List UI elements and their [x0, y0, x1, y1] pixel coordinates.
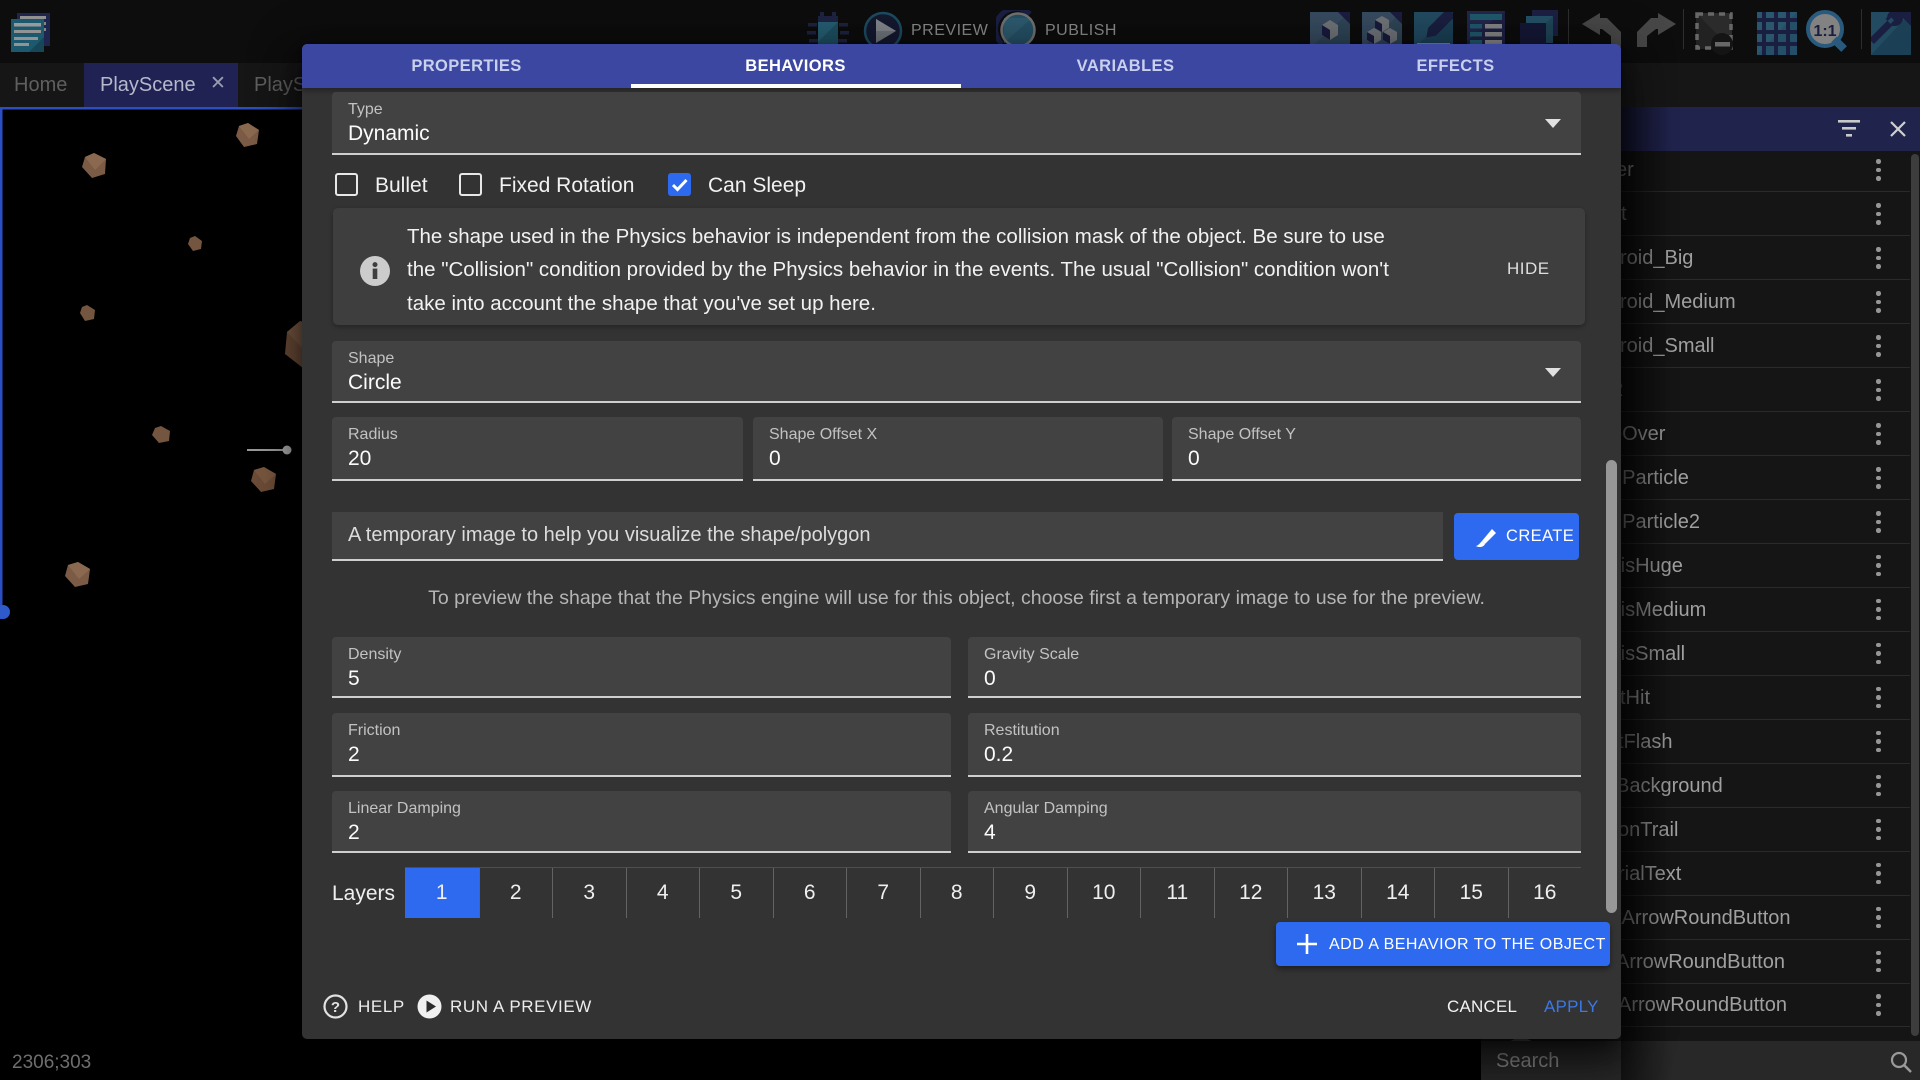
- svg-text:?: ?: [331, 999, 340, 1016]
- svg-text:1:1: 1:1: [1813, 23, 1836, 40]
